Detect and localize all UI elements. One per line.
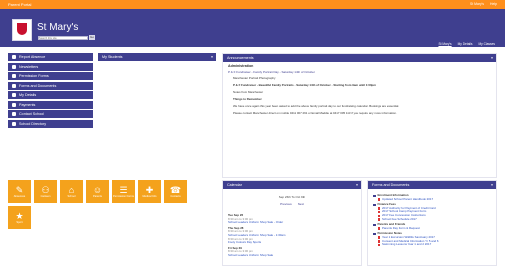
school-crest-icon	[12, 19, 32, 41]
sidebar-item-contact-school[interactable]: Contact School	[8, 110, 93, 118]
pdf-document-link[interactable]: Swimming Lessons Year 1 and 2 2017	[373, 243, 491, 247]
phone-icon: ☎	[169, 185, 182, 195]
pdf-document-link[interactable]: Updated School Parent Handbook 2017	[373, 197, 491, 202]
event-link[interactable]: Footy Colours Day Sports	[228, 241, 356, 245]
announcement-body: Manchester Portrait Photography P & F Fu…	[223, 74, 496, 120]
tile-contacts[interactable]: ☎ Contacts	[164, 180, 187, 203]
forms-header: Forms and Documents ▾	[368, 181, 496, 189]
list-icon: ☰	[119, 185, 128, 195]
chevron-down-icon[interactable]: ▾	[491, 183, 493, 187]
header-link-classes[interactable]: My Classes	[479, 42, 495, 46]
canteen-icon: ⚇	[41, 185, 50, 195]
sidebar-menu: Report Absence Newsletters Permission Fo…	[8, 53, 93, 129]
phone-icon	[12, 112, 16, 116]
quick-tiles: ✎ Absences ⚇ Canteen ⌂ School ☺ Parents ☰ Per…	[8, 180, 198, 229]
document-icon	[12, 83, 16, 88]
my-students-panel: My Students ▾	[98, 53, 216, 61]
people-icon: ☺	[92, 185, 103, 195]
newsletter-icon	[12, 64, 16, 69]
announcement-paragraph: Notes from Manchester	[233, 90, 264, 94]
announcement-paragraph: P & F Fundraiser - Beautiful Family Port…	[233, 83, 376, 87]
school-header: St Mary's Go St Mary's My Details My Cla…	[0, 9, 505, 47]
announcement-paragraph: Please contact Manchester direct on mobi…	[233, 111, 397, 115]
sidebar-item-report-absence[interactable]: Report Absence	[8, 53, 93, 61]
tile-canteen[interactable]: ⚇ Canteen	[34, 180, 57, 203]
pencil-icon: ✎	[15, 185, 24, 195]
star-icon: ★	[15, 211, 24, 221]
chevron-down-icon[interactable]: ▾	[491, 56, 493, 60]
top-bar: Parent Portal St Mary's Help	[0, 0, 505, 9]
calendar-event-list: Tue Sep 26 8:30 am to 3:00 pm School Lea…	[223, 206, 361, 264]
calendar-range: Sep 26th To Oct 9th	[278, 195, 306, 199]
event-link[interactable]: School Leaders Uniform Shop Sale	[228, 253, 356, 258]
site-search-input[interactable]	[38, 36, 88, 40]
header-link-details[interactable]: My Details	[458, 42, 473, 46]
announcement-paragraph: Things to Remember	[233, 97, 262, 101]
form-icon	[12, 74, 16, 78]
pdf-document-link[interactable]: Parents Day Form & Request	[373, 226, 491, 231]
tile-parents[interactable]: ☺ Parents	[86, 180, 109, 203]
pdf-document-link[interactable]: School Fee Schedule 2017	[373, 217, 491, 222]
announcement-paragraph: We have once again this year been asked …	[233, 104, 400, 108]
tile-school[interactable]: ⌂ School	[60, 180, 83, 203]
sidebar-item-permission-forms[interactable]: Permission Forms	[8, 72, 93, 80]
tile-permission-forms[interactable]: ☰ Permission Forms	[112, 180, 135, 203]
forms-documents-panel: Forms and Documents ▾ Enrolment Informat…	[367, 180, 497, 266]
payment-icon	[12, 102, 16, 107]
plus-icon: ✚	[145, 185, 154, 195]
announcement-paragraph: Manchester Portrait Photography	[233, 76, 276, 80]
chevron-down-icon[interactable]: ▾	[211, 55, 213, 59]
announcements-panel: Announcements ▾ Administration P & F Fun…	[222, 53, 497, 178]
topbar-link-help[interactable]: Help	[490, 2, 497, 6]
sidebar-item-school-directory[interactable]: School Directory	[8, 119, 93, 128]
home-icon: ⌂	[68, 185, 75, 195]
sidebar-item-newsletters[interactable]: Newsletters	[8, 62, 93, 71]
sidebar-item-forms-documents[interactable]: Forms and Documents	[8, 81, 93, 90]
user-icon	[12, 93, 16, 97]
site-search-button[interactable]: Go	[89, 35, 95, 40]
calendar-header: Calendar ▾	[223, 181, 361, 189]
directory-icon	[12, 121, 16, 126]
event-link[interactable]: School Leaders Uniform Shop Sale - Order	[228, 221, 356, 225]
school-name: St Mary's	[37, 22, 79, 33]
tile-absences[interactable]: ✎ Absences	[8, 180, 31, 203]
announcements-header: Announcements ▾	[223, 54, 496, 62]
tile-sport[interactable]: ★ Sport	[8, 206, 31, 229]
calendar-prev-button[interactable]: Previous	[280, 202, 292, 206]
sidebar-item-payments[interactable]: Payments	[8, 100, 93, 109]
forms-list: Enrolment Information Updated School Par…	[368, 189, 496, 250]
my-students-header[interactable]: My Students ▾	[98, 53, 216, 61]
topbar-link-school[interactable]: St Mary's	[470, 2, 484, 6]
announcement-section: Administration	[228, 64, 254, 68]
calendar-panel: Calendar ▾ Sep 26th To Oct 9th Previous …	[222, 180, 362, 266]
portal-title: Parent Portal	[8, 2, 32, 7]
chevron-down-icon[interactable]: ▾	[356, 183, 358, 187]
calendar-next-button[interactable]: Next	[298, 202, 304, 206]
absence-icon	[12, 55, 16, 59]
sidebar-item-my-details[interactable]: My Details	[8, 91, 93, 99]
tile-medical-info[interactable]: ✚ Medical Info	[138, 180, 161, 203]
header-link-school[interactable]: St Mary's	[438, 42, 451, 46]
